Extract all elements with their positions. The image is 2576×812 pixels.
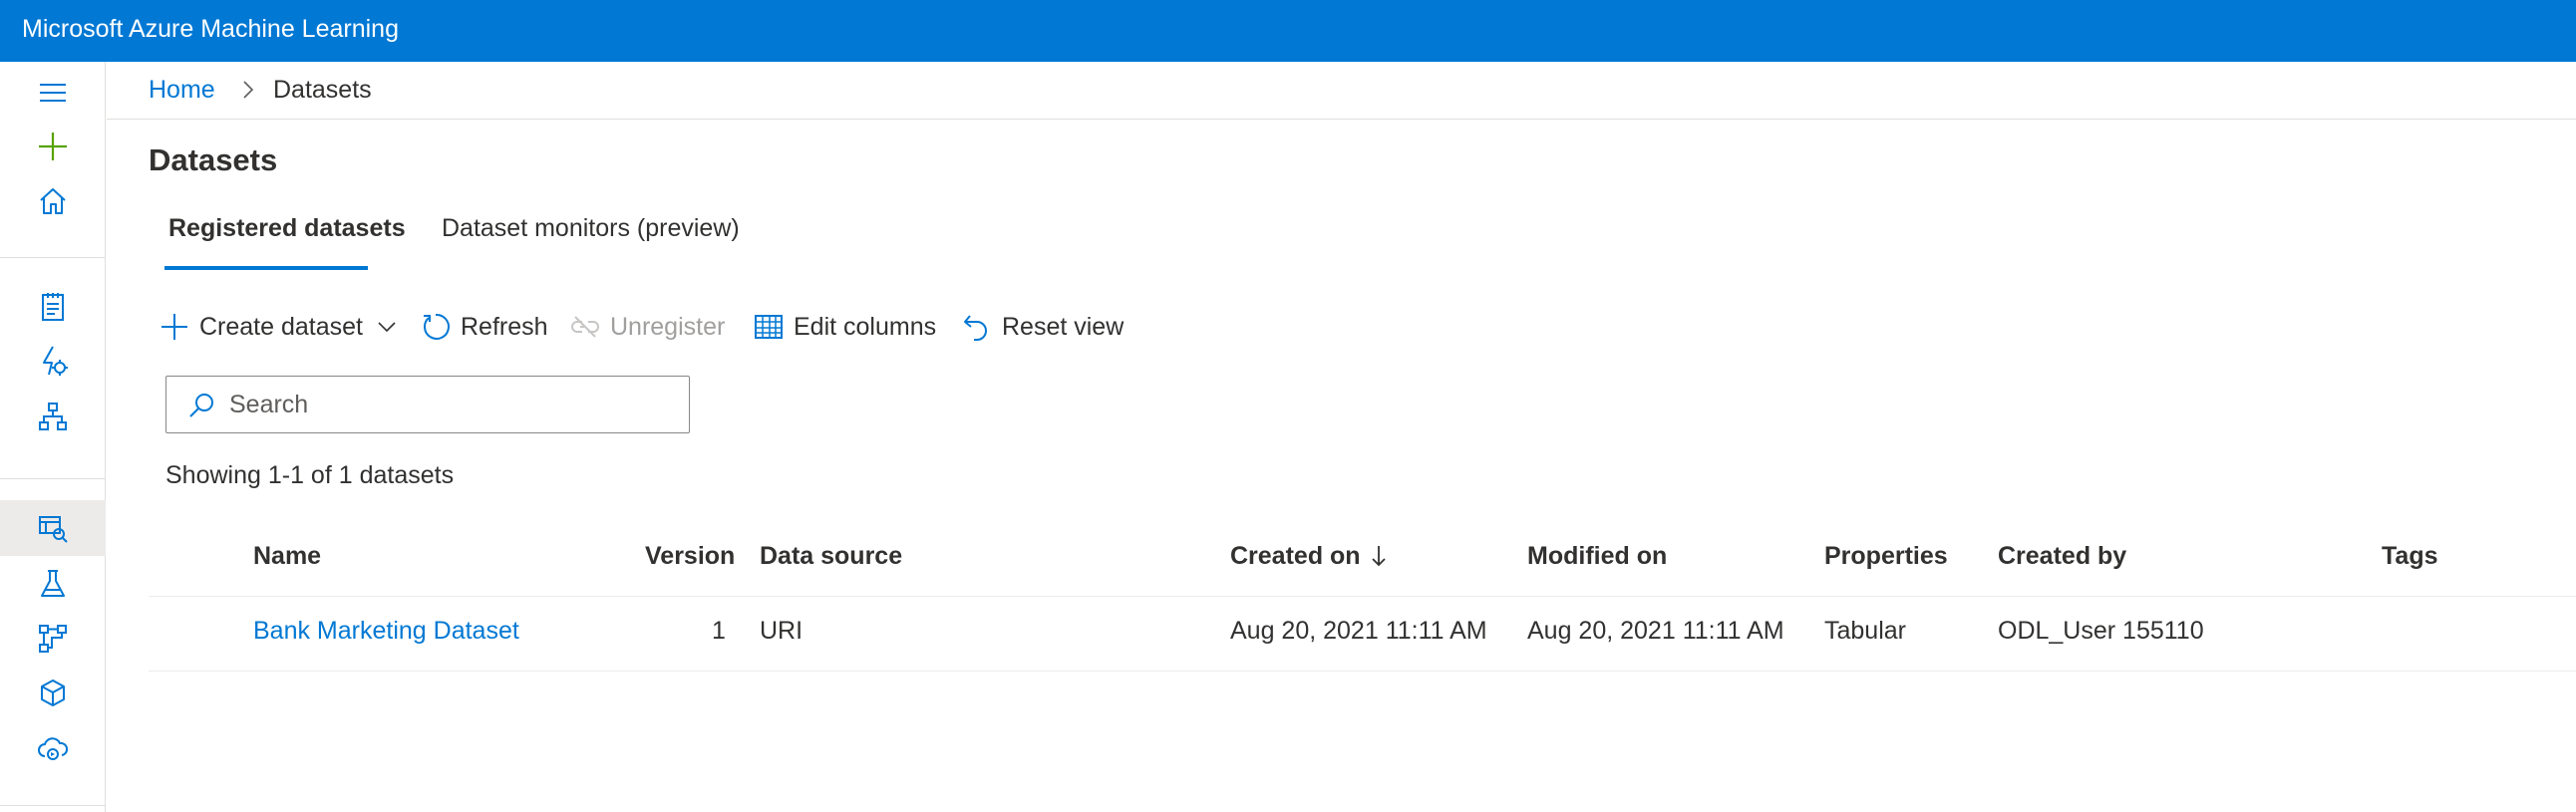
create-dataset-label: Create dataset xyxy=(199,312,363,341)
top-bar: Microsoft Azure Machine Learning xyxy=(0,0,2576,62)
main-content: Home Datasets Datasets Registered datase… xyxy=(107,62,2576,812)
breadcrumb: Home Datasets xyxy=(107,62,2576,120)
unregister-button[interactable]: Unregister xyxy=(569,307,725,347)
nav-pipelines-button[interactable] xyxy=(0,611,106,667)
plus-icon xyxy=(161,314,187,340)
nav-home-button[interactable] xyxy=(0,173,106,229)
refresh-icon xyxy=(424,313,450,340)
unlink-icon xyxy=(571,316,599,338)
breadcrumb-current: Datasets xyxy=(273,76,372,104)
nav-create-new-button[interactable] xyxy=(0,119,106,174)
datasets-icon xyxy=(39,516,68,543)
search-box[interactable] xyxy=(165,376,690,433)
nav-divider xyxy=(0,478,106,479)
notebook-icon xyxy=(42,293,64,321)
refresh-label: Refresh xyxy=(461,312,548,341)
app-title[interactable]: Microsoft Azure Machine Learning xyxy=(22,14,399,44)
table-columns-icon xyxy=(755,315,783,339)
pipelines-icon xyxy=(39,625,67,653)
reset-view-label: Reset view xyxy=(1002,312,1125,341)
home-icon xyxy=(40,188,66,214)
selected-tab-indicator xyxy=(164,266,368,270)
cell-properties: Tabular xyxy=(1824,617,1906,645)
column-header-created-by[interactable]: Created by xyxy=(1998,541,2126,571)
column-header-created-on[interactable]: Created on xyxy=(1230,541,1389,571)
chevron-right-icon xyxy=(243,81,254,99)
column-header-data-source[interactable]: Data source xyxy=(760,541,902,571)
cell-version: 1 xyxy=(712,617,726,645)
hamburger-menu-icon xyxy=(40,84,66,102)
column-header-label: Modified on xyxy=(1527,542,1668,570)
nav-endpoints-button[interactable] xyxy=(0,720,106,776)
nav-automated-ml-button[interactable] xyxy=(0,333,106,389)
column-header-properties[interactable]: Properties xyxy=(1824,541,1948,571)
refresh-button[interactable]: Refresh xyxy=(420,307,548,347)
column-header-modified-on[interactable]: Modified on xyxy=(1527,541,1667,571)
cell-modified-on: Aug 20, 2021 11:11 AM xyxy=(1527,617,1784,645)
search-input[interactable] xyxy=(229,387,668,422)
nav-divider xyxy=(0,257,106,258)
column-header-label: Created by xyxy=(1998,542,2127,570)
dataset-name-link[interactable]: Bank Marketing Dataset xyxy=(253,616,519,646)
chevron-down-icon[interactable] xyxy=(375,315,399,339)
left-nav xyxy=(0,62,106,812)
nav-experiments-button[interactable] xyxy=(0,556,106,612)
endpoints-icon xyxy=(38,737,69,760)
column-header-label: Created on xyxy=(1230,542,1361,570)
automated-ml-icon xyxy=(43,346,68,376)
nav-menu-button[interactable] xyxy=(0,65,106,121)
nav-datasets-button[interactable] xyxy=(0,500,106,556)
column-header-label: Data source xyxy=(760,542,903,570)
cell-data-source: URI xyxy=(760,617,804,645)
breadcrumb-home-link[interactable]: Home xyxy=(149,75,215,105)
column-header-tags[interactable]: Tags xyxy=(2382,541,2438,571)
nav-models-button[interactable] xyxy=(0,666,106,721)
search-icon xyxy=(189,394,213,417)
column-header-name[interactable]: Name xyxy=(253,541,321,571)
column-header-label: Name xyxy=(253,542,322,570)
undo-icon xyxy=(964,315,987,341)
sort-descending-arrow-icon xyxy=(1371,546,1386,567)
cell-created-on: Aug 20, 2021 11:11 AM xyxy=(1230,617,1487,645)
designer-icon xyxy=(39,403,67,430)
edit-columns-button[interactable]: Edit columns xyxy=(753,307,936,347)
results-count: Showing 1-1 of 1 datasets xyxy=(165,461,455,489)
page-title: Datasets xyxy=(149,142,278,177)
tab-dataset-monitors[interactable]: Dataset monitors (preview) xyxy=(442,213,740,243)
column-header-label: Tags xyxy=(2382,542,2438,570)
edit-columns-label: Edit columns xyxy=(794,312,937,341)
plus-icon xyxy=(39,133,67,160)
reset-view-button[interactable]: Reset view xyxy=(961,307,1124,347)
experiments-flask-icon xyxy=(41,570,65,597)
nav-designer-button[interactable] xyxy=(0,389,106,444)
cell-created-by: ODL_User 155110 xyxy=(1998,617,2204,645)
unregister-label: Unregister xyxy=(610,312,726,341)
create-dataset-button[interactable]: Create dataset xyxy=(159,307,399,347)
column-header-version[interactable]: Version xyxy=(645,541,735,571)
models-cube-icon xyxy=(41,679,65,706)
column-header-label: Version xyxy=(645,542,736,570)
nav-divider xyxy=(0,805,106,806)
nav-notebooks-button[interactable] xyxy=(0,279,106,335)
tab-registered-datasets[interactable]: Registered datasets xyxy=(168,213,406,243)
column-header-label: Properties xyxy=(1824,542,1948,570)
